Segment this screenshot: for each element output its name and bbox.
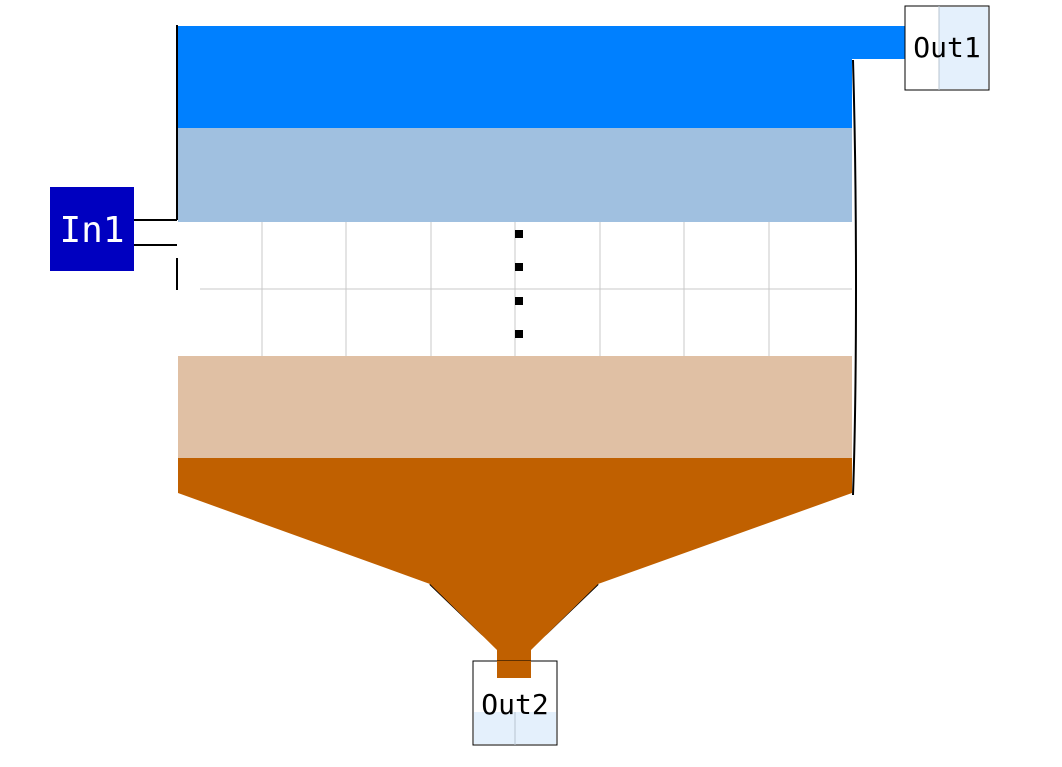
out1-port[interactable]: Out1 xyxy=(904,5,990,91)
out2-port[interactable]: Out2 xyxy=(472,660,558,746)
out2-label: Out2 xyxy=(481,688,548,721)
separator-vessel-diagram: In1 Out1 Out2 xyxy=(50,5,990,746)
tan-layer xyxy=(178,356,852,458)
marker-dot xyxy=(515,330,523,338)
in1-port[interactable]: In1 xyxy=(50,187,134,271)
marker-dot xyxy=(515,263,523,271)
light-blue-layer xyxy=(178,128,852,222)
in1-label: In1 xyxy=(59,210,124,251)
in1-connector xyxy=(134,219,177,246)
out1-label: Out1 xyxy=(913,31,980,64)
top-layer xyxy=(178,26,920,128)
out2-outlet-stub xyxy=(497,661,531,678)
marker-dot xyxy=(515,230,523,238)
bottom-layer xyxy=(178,458,852,678)
marker-dot xyxy=(515,297,523,305)
